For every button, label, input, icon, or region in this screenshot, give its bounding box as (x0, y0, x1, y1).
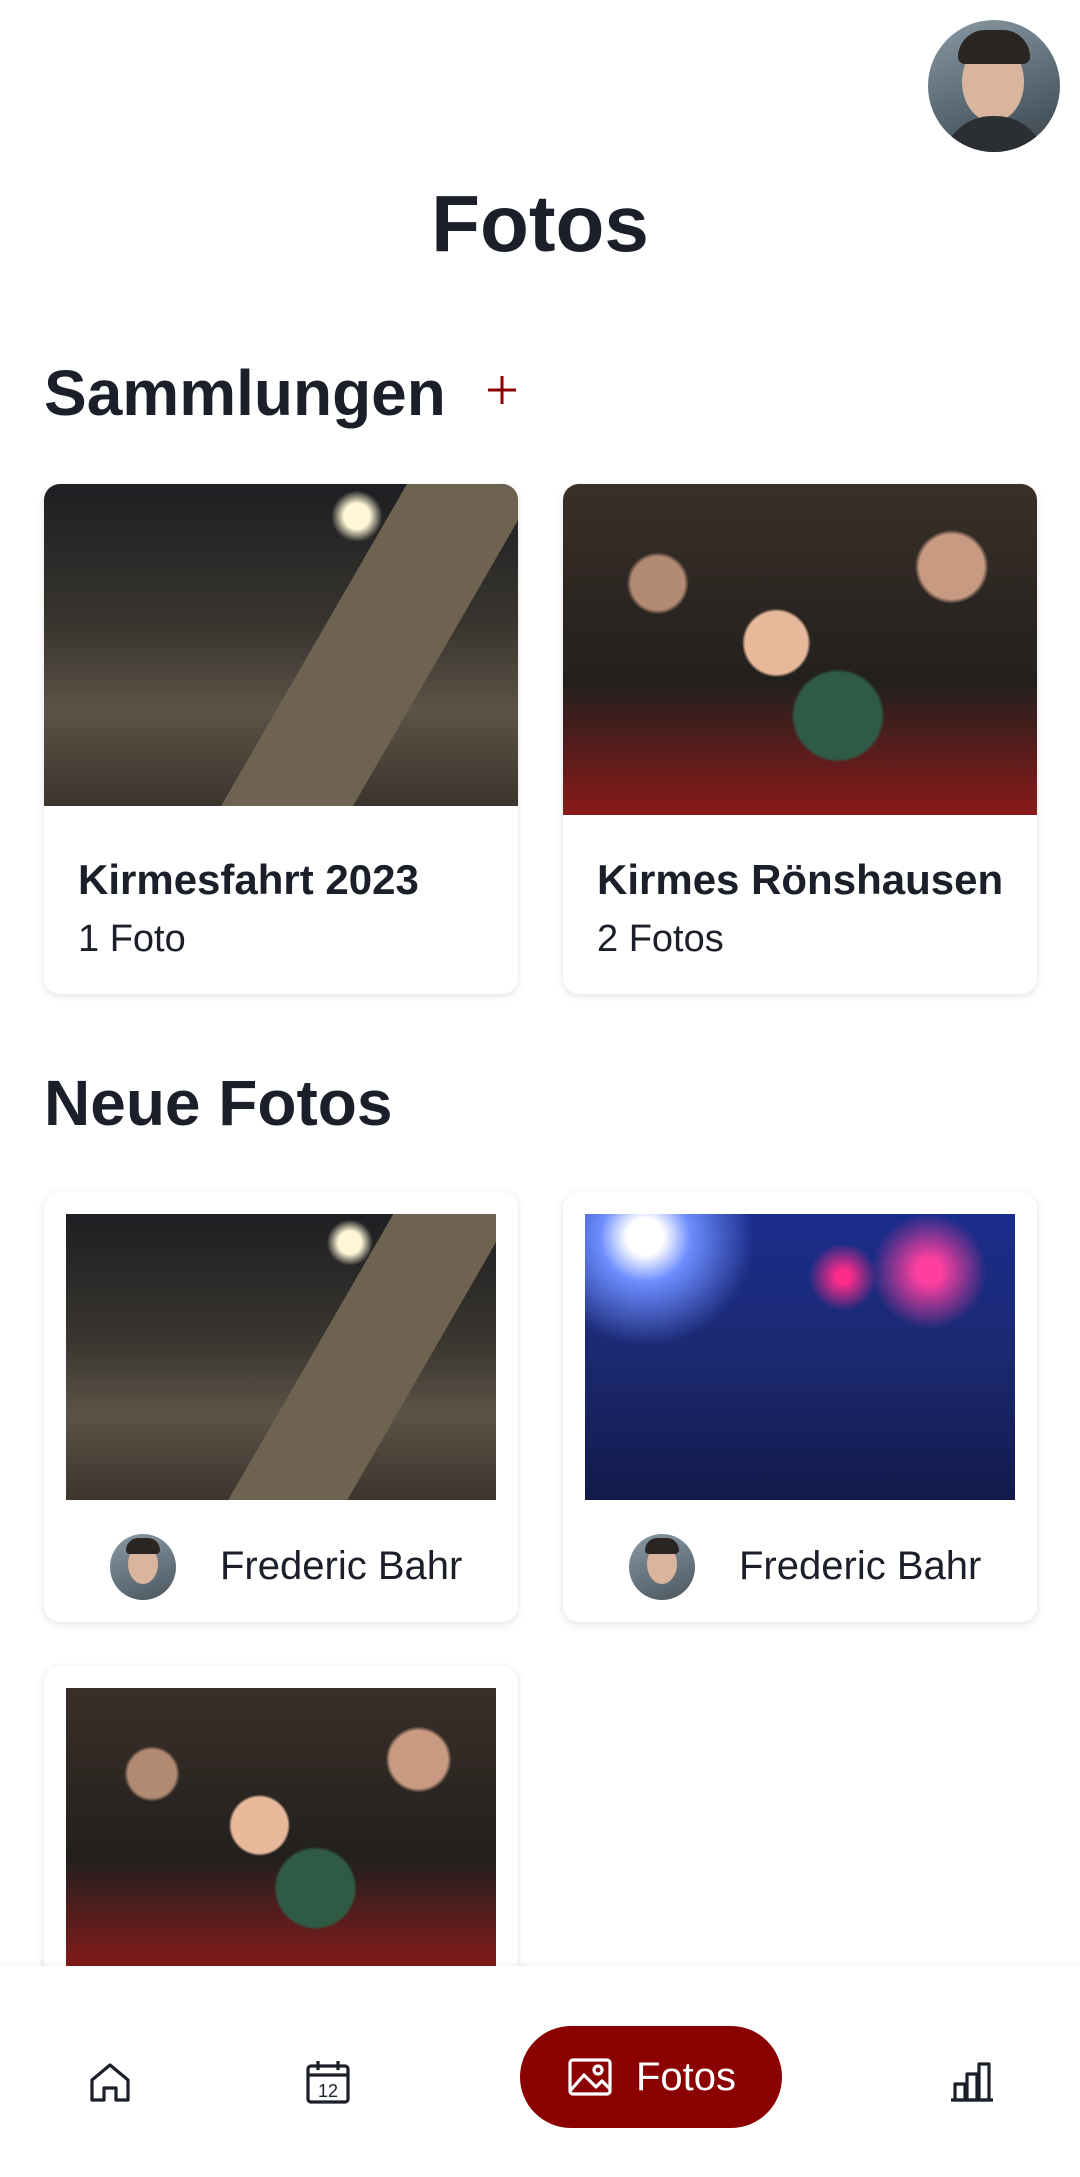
author-avatar (110, 1534, 176, 1600)
author-avatar (629, 1534, 695, 1600)
author-name: Frederic Bahr (220, 1544, 463, 1588)
collection-count: 2 Fotos (597, 918, 724, 960)
photo-image (66, 1214, 496, 1500)
photo-author: Frederic Bahr (563, 1532, 1037, 1602)
photo-image (585, 1214, 1015, 1500)
image-icon (568, 2058, 612, 2096)
collections-heading: Sammlungen (44, 357, 446, 429)
add-collection-button[interactable] (480, 368, 524, 412)
plus-icon (488, 376, 516, 404)
bottom-navigation: 12 Fotos (0, 1966, 1080, 2177)
collection-cover-image (44, 484, 518, 806)
nav-statistics[interactable] (940, 2050, 1004, 2114)
nav-fotos-label: Fotos (635, 2054, 737, 2099)
nav-home[interactable] (78, 2050, 142, 2114)
bar-chart-icon (951, 2062, 993, 2102)
page-title: Fotos (431, 179, 649, 268)
nav-calendar[interactable]: 12 (296, 2050, 360, 2114)
photo-author: Frederic Bahr (44, 1532, 518, 1602)
collection-cover-image (563, 484, 1037, 815)
collection-count: 1 Foto (78, 918, 186, 960)
author-name: Frederic Bahr (739, 1544, 982, 1588)
calendar-icon: 12 (306, 2061, 350, 2104)
collection-name: Kirmes Rönshausen (597, 856, 1004, 903)
home-icon (90, 2063, 130, 2102)
photo-image (66, 1688, 496, 1974)
new-photos-heading: Neue Fotos (44, 1067, 393, 1139)
collection-card[interactable]: Kirmesfahrt 2023 1 Foto (44, 484, 518, 994)
photo-card[interactable]: Frederic Bahr (44, 1192, 518, 1622)
nav-fotos[interactable]: Fotos (520, 2026, 782, 2128)
collection-name: Kirmesfahrt 2023 (78, 856, 419, 903)
profile-avatar[interactable] (928, 20, 1060, 152)
calendar-badge: 12 (318, 2081, 338, 2101)
photo-card[interactable]: Frederic Bahr (563, 1192, 1037, 1622)
collection-card[interactable]: Kirmes Rönshausen 2 Fotos (563, 484, 1037, 994)
